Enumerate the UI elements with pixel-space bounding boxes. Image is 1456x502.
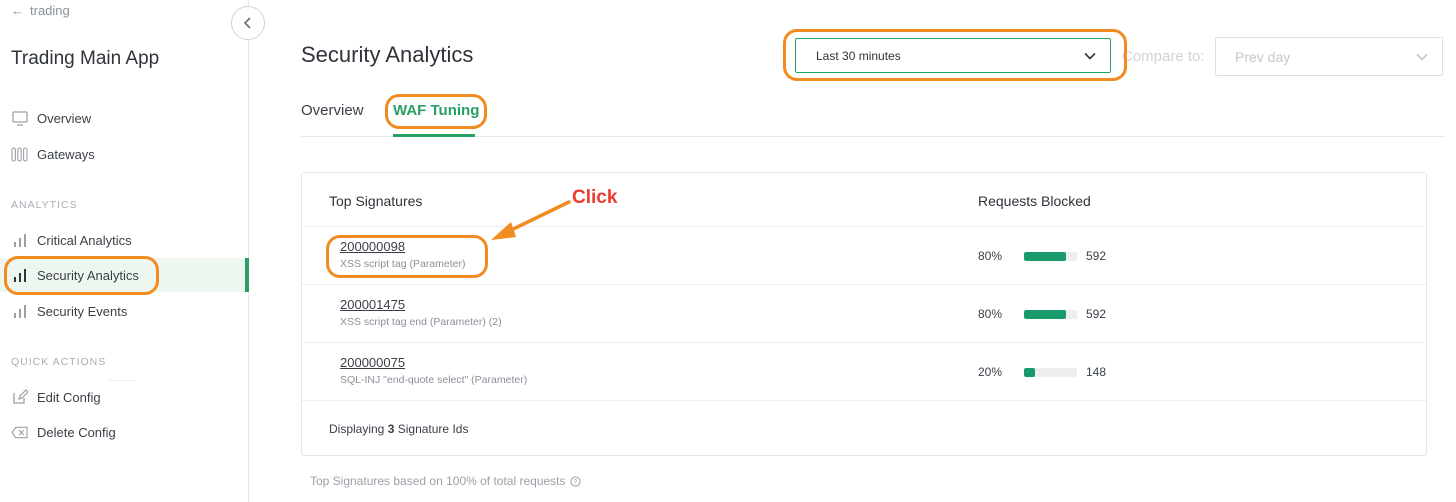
app-title: Trading Main App [11, 48, 160, 69]
chevron-down-icon [1416, 53, 1428, 61]
displaying-summary: Displaying 3 Signature Ids [329, 422, 468, 436]
signature-description: XSS script tag end (Parameter) (2) [340, 316, 502, 328]
sidebar-item-label: Edit Config [37, 389, 101, 405]
blocked-progress-fill [1024, 368, 1035, 377]
help-icon[interactable]: ? [569, 475, 581, 487]
blocked-count: 592 [1086, 249, 1107, 263]
displaying-count: 3 [387, 422, 395, 436]
sidebar-item-security-events[interactable]: Security Events [0, 294, 249, 328]
signature-id-link[interactable]: 200000075 [340, 355, 405, 370]
active-tab-indicator [393, 134, 475, 137]
sidebar-item-edit-config[interactable]: Edit Config [0, 380, 249, 414]
collapse-sidebar-button[interactable] [231, 6, 265, 40]
sidebar-item-delete-config[interactable]: Delete Config [0, 415, 249, 449]
bar-chart-icon [11, 303, 28, 320]
arrow-left-icon: ← [11, 3, 24, 18]
bar-chart-icon [11, 232, 28, 249]
signature-id-link[interactable]: 200001475 [340, 297, 405, 312]
sidebar-item-label: Security Analytics [37, 267, 139, 283]
sidebar-item-label: Critical Analytics [37, 232, 132, 248]
signatures-card: Top Signatures Requests Blocked 20000009… [301, 172, 1427, 456]
gateways-icon [11, 146, 28, 163]
blocked-percent: 80% [978, 249, 1003, 263]
signature-description: SQL-INJ "end-quote select" (Parameter) [340, 374, 528, 386]
time-range-value: Last 30 minutes [816, 48, 901, 63]
sidebar-item-critical-analytics[interactable]: Critical Analytics [0, 223, 249, 257]
tab-bar: Overview WAF Tuning [301, 95, 1445, 137]
table-row: 200000075 SQL-INJ "end-quote select" (Pa… [302, 343, 1426, 401]
chevron-left-icon [243, 17, 251, 29]
blocked-count: 592 [1086, 307, 1107, 321]
signature-id-link[interactable]: 200000098 [340, 239, 405, 254]
compare-select[interactable]: Prev day [1215, 37, 1443, 76]
sidebar-item-overview[interactable]: Overview [0, 101, 249, 135]
sidebar-item-label: Gateways [37, 146, 95, 162]
compare-label: Compare to: [1122, 48, 1205, 65]
displaying-suffix: Signature Ids [397, 422, 469, 436]
blocked-progress-bar [1024, 252, 1077, 261]
sidebar: ← trading Trading Main App Overview Gate… [0, 0, 249, 502]
tab-waf-tuning[interactable]: WAF Tuning [393, 102, 479, 119]
blocked-progress-bar [1024, 368, 1077, 377]
arrow-pointer-icon [491, 200, 571, 240]
column-header-signatures: Top Signatures [329, 193, 423, 209]
footnote: Top Signatures based on 100% of total re… [310, 474, 581, 488]
svg-text:?: ? [573, 479, 577, 486]
signature-description: XSS script tag (Parameter) [340, 258, 466, 270]
blocked-progress-fill [1024, 252, 1067, 261]
click-annotation-label: Click [572, 187, 618, 208]
monitor-icon [11, 110, 28, 127]
table-row: 200001475 XSS script tag end (Parameter)… [302, 285, 1426, 343]
blocked-progress-fill [1024, 310, 1067, 319]
analytics-section-label: ANALYTICS [11, 199, 78, 211]
sidebar-item-label: Delete Config [37, 424, 116, 440]
time-range-select[interactable]: Last 30 minutes [795, 38, 1111, 73]
back-link-label: trading [30, 3, 70, 18]
sidebar-item-security-analytics[interactable]: Security Analytics [0, 258, 249, 292]
sidebar-item-gateways[interactable]: Gateways [0, 137, 249, 171]
compare-value: Prev day [1235, 48, 1291, 65]
sidebar-item-label: Security Events [37, 303, 128, 319]
column-header-requests-blocked: Requests Blocked [978, 193, 1091, 209]
table-row: 200000098 XSS script tag (Parameter) 80%… [302, 227, 1426, 285]
blocked-percent: 80% [978, 307, 1003, 321]
blocked-percent: 20% [978, 365, 1003, 379]
displaying-prefix: Displaying [329, 422, 385, 436]
tab-overview[interactable]: Overview [301, 102, 364, 119]
quick-actions-section-label: QUICK ACTIONS [11, 356, 107, 368]
table-header: Top Signatures Requests Blocked [302, 173, 1426, 227]
bar-chart-icon [11, 267, 28, 284]
footnote-text: Top Signatures based on 100% of total re… [310, 474, 566, 488]
page-title: Security Analytics [301, 42, 474, 67]
blocked-progress-bar [1024, 310, 1077, 319]
chevron-down-icon [1084, 52, 1096, 60]
delete-icon [11, 424, 28, 441]
sidebar-item-label: Overview [37, 110, 92, 126]
blocked-count: 148 [1086, 365, 1107, 379]
edit-icon [11, 389, 28, 406]
back-link[interactable]: ← trading [11, 3, 70, 18]
